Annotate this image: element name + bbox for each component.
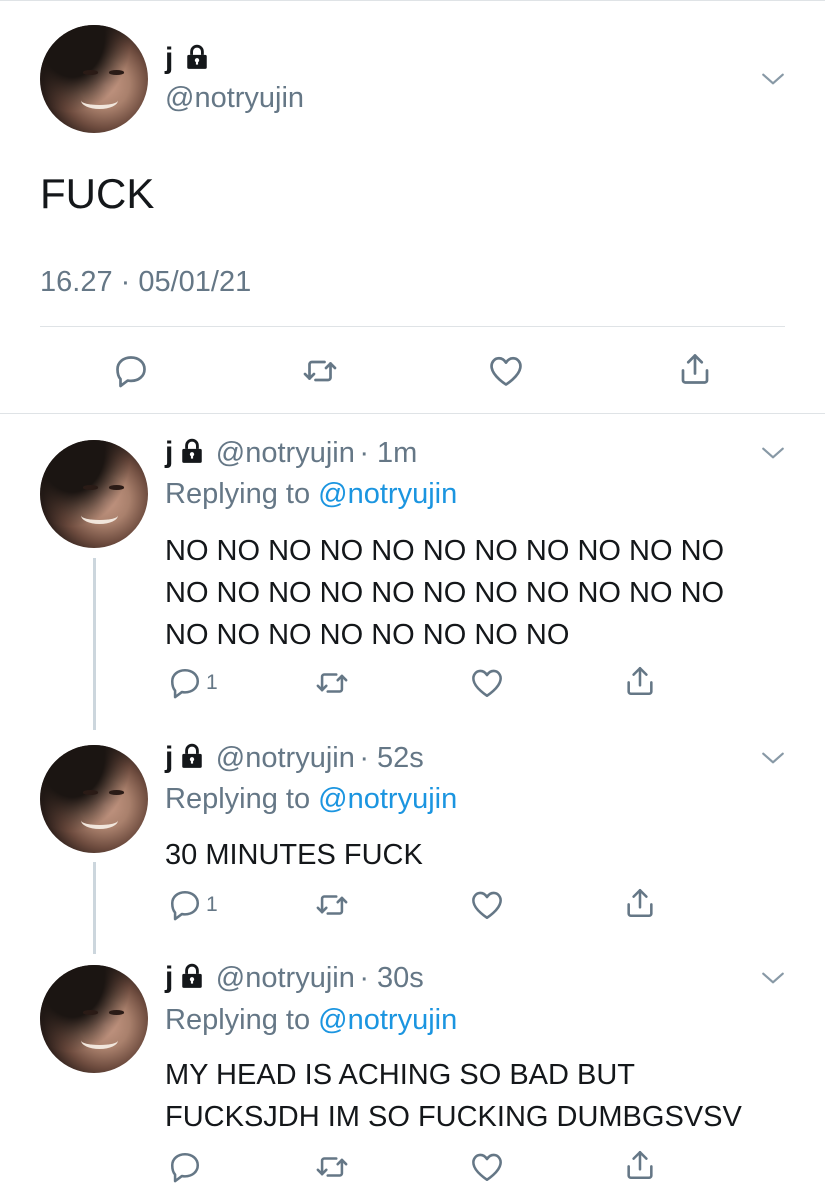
retweet-icon bbox=[314, 888, 350, 922]
avatar[interactable] bbox=[40, 440, 148, 548]
retweet-icon bbox=[301, 353, 339, 389]
share-button[interactable] bbox=[677, 351, 713, 387]
lock-icon bbox=[179, 743, 205, 769]
heart-icon bbox=[470, 888, 504, 922]
tweet-text: MY HEAD IS ACHING SO BAD BUT FUCKSJDH IM… bbox=[165, 1059, 742, 1133]
avatar[interactable] bbox=[40, 25, 148, 133]
user-handle[interactable]: @notryujin bbox=[165, 82, 304, 115]
reply-icon bbox=[168, 1150, 202, 1184]
retweet-button[interactable] bbox=[314, 666, 350, 700]
tweet-text: 30 MINUTES FUCK bbox=[165, 839, 423, 871]
chevron-down-icon[interactable] bbox=[760, 965, 786, 991]
tweet-text: FUCK bbox=[40, 170, 155, 217]
chevron-down-icon[interactable] bbox=[760, 66, 786, 92]
thread-line bbox=[93, 862, 96, 954]
display-name[interactable]: j bbox=[165, 436, 173, 469]
chevron-down-icon[interactable] bbox=[760, 745, 786, 771]
display-name[interactable]: j bbox=[165, 961, 173, 994]
avatar[interactable] bbox=[40, 965, 148, 1073]
avatar[interactable] bbox=[40, 745, 148, 853]
share-icon bbox=[623, 664, 657, 698]
replying-to-link[interactable]: @notryujin bbox=[318, 783, 457, 815]
replying-to-label: Replying to bbox=[165, 783, 311, 815]
relative-time[interactable]: · 30s bbox=[359, 962, 423, 994]
share-button[interactable] bbox=[623, 886, 657, 920]
share-icon bbox=[623, 886, 657, 920]
user-handle[interactable]: @notryujin bbox=[216, 742, 355, 774]
reply-count: 1 bbox=[206, 671, 218, 694]
heart-icon bbox=[488, 353, 524, 389]
retweet-button[interactable] bbox=[314, 888, 350, 922]
display-name[interactable]: j bbox=[165, 42, 173, 75]
user-handle[interactable]: @notryujin bbox=[216, 962, 355, 994]
reply-button[interactable]: 1 bbox=[168, 888, 218, 922]
top-divider bbox=[0, 0, 825, 1]
tweet-text: NO NO NO NO NO NO NO NO NO NO NO NO NO N… bbox=[165, 535, 725, 651]
lock-icon bbox=[179, 438, 205, 464]
reply-icon bbox=[168, 888, 202, 922]
reply-button[interactable] bbox=[168, 1150, 206, 1184]
like-button[interactable] bbox=[470, 1150, 504, 1184]
heart-icon bbox=[470, 1150, 504, 1184]
retweet-icon bbox=[314, 666, 350, 700]
chevron-down-icon[interactable] bbox=[760, 440, 786, 466]
thread-line bbox=[93, 558, 96, 730]
lock-icon bbox=[179, 963, 205, 989]
reply-count: 1 bbox=[206, 893, 218, 916]
reply-button[interactable]: 1 bbox=[168, 666, 218, 700]
retweet-button[interactable] bbox=[301, 353, 339, 389]
retweet-icon bbox=[314, 1150, 350, 1184]
lock-icon bbox=[184, 44, 210, 70]
relative-time[interactable]: · 52s bbox=[359, 742, 423, 774]
main-divider bbox=[40, 326, 785, 327]
share-button[interactable] bbox=[623, 1148, 657, 1182]
share-button[interactable] bbox=[623, 664, 657, 698]
replying-to-link[interactable]: @notryujin bbox=[318, 1004, 457, 1036]
reply-button[interactable] bbox=[113, 353, 149, 389]
relative-time[interactable]: · 1m bbox=[359, 437, 417, 469]
share-icon bbox=[677, 351, 713, 387]
retweet-button[interactable] bbox=[314, 1150, 350, 1184]
replying-to-label: Replying to bbox=[165, 478, 311, 510]
replying-to-label: Replying to bbox=[165, 1004, 311, 1036]
reply-icon bbox=[168, 666, 202, 700]
replying-to-link[interactable]: @notryujin bbox=[318, 478, 457, 510]
heart-icon bbox=[470, 666, 504, 700]
section-divider bbox=[0, 413, 825, 414]
share-icon bbox=[623, 1148, 657, 1182]
like-button[interactable] bbox=[470, 666, 504, 700]
display-name[interactable]: j bbox=[165, 741, 173, 774]
tweet-timestamp[interactable]: 16.27 · 05/01/21 bbox=[40, 266, 251, 299]
like-button[interactable] bbox=[470, 888, 504, 922]
user-handle[interactable]: @notryujin bbox=[216, 437, 355, 469]
like-button[interactable] bbox=[488, 353, 524, 389]
reply-icon bbox=[113, 353, 149, 389]
